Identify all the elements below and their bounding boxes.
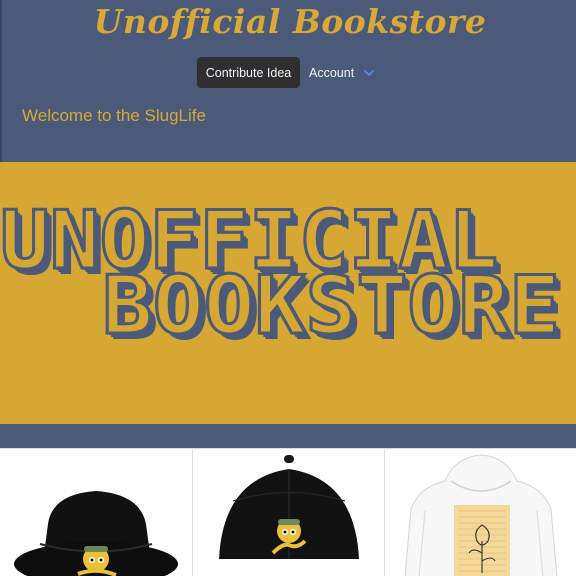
site-header: Unofficial Bookstore Contribute Idea Acc… bbox=[0, 0, 576, 162]
product-card-hoodie[interactable] bbox=[385, 449, 576, 576]
product-grid bbox=[0, 448, 576, 576]
baseball-cap-image bbox=[219, 455, 359, 559]
hoodie-image bbox=[404, 454, 558, 576]
welcome-message: Welcome to the SlugLife bbox=[22, 106, 206, 125]
product-card-baseball-cap[interactable] bbox=[193, 449, 385, 576]
hero-banner-art: UNOFFICIAL UNOFFICIAL UNOFFICIAL UNOFFIC… bbox=[0, 193, 566, 359]
site-title[interactable]: Unofficial Bookstore bbox=[2, 2, 576, 41]
hero-banner: UNOFFICIAL UNOFFICIAL UNOFFICIAL UNOFFIC… bbox=[0, 162, 576, 424]
account-label: Account bbox=[309, 65, 355, 80]
chevron-down-icon bbox=[364, 69, 374, 76]
product-card-bucket-hat[interactable] bbox=[0, 449, 193, 576]
main-nav: Contribute Idea Account bbox=[2, 57, 576, 89]
bucket-hat-image bbox=[14, 491, 178, 576]
hero-divider bbox=[0, 424, 576, 448]
account-dropdown[interactable]: Account bbox=[309, 57, 376, 88]
contribute-idea-button[interactable]: Contribute Idea bbox=[197, 57, 300, 88]
hero-line2-text: BOOKSTORE bbox=[102, 259, 560, 352]
